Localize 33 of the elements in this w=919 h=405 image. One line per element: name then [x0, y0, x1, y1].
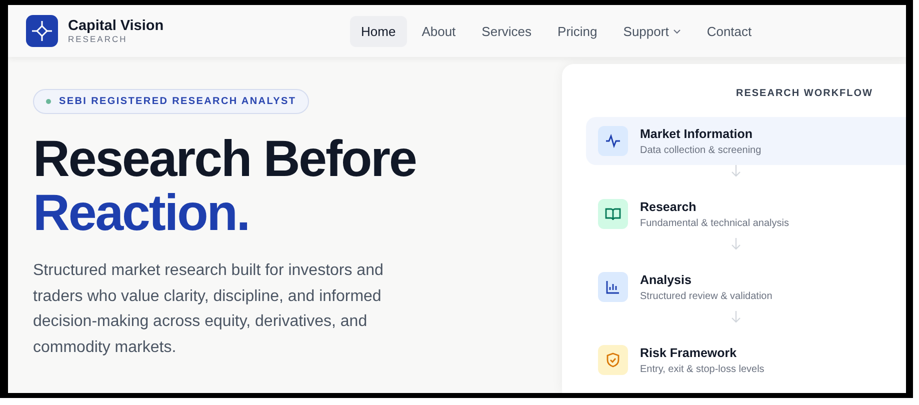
step-subtitle: Structured review & validation [640, 290, 772, 302]
down-arrow-icon [731, 238, 741, 250]
shield-check-icon [605, 352, 621, 368]
workflow-step[interactable]: Risk Framework Entry, exit & stop-loss levels [586, 336, 906, 384]
step-title: Analysis [640, 272, 692, 286]
book-icon [605, 206, 621, 222]
workflow-step[interactable]: Analysis Structured review & validation [586, 263, 906, 311]
down-arrow-icon [731, 165, 741, 177]
brand-name: Capital Vision [68, 18, 164, 34]
nav-link[interactable]: Support [612, 16, 692, 46]
bar-chart-icon [605, 279, 621, 295]
activity-icon [605, 133, 621, 149]
badge-text: SEBI REGISTERED RESEARCH ANALYST [59, 96, 296, 107]
step-subtitle: Entry, exit & stop-loss levels [640, 364, 764, 374]
brand-tagline: RESEARCH [68, 34, 128, 44]
nav-link[interactable]: Services [470, 16, 543, 46]
hero-title: Research Before [33, 132, 417, 186]
step-title: Risk Framework [640, 346, 738, 360]
down-arrow-icon [731, 311, 741, 323]
step-subtitle: Data collection & screening [640, 144, 762, 156]
nav-link[interactable]: About [410, 16, 467, 46]
logo-icon[interactable] [26, 15, 58, 47]
nav-link[interactable]: Pricing [546, 16, 608, 46]
step-title: Market Information [640, 126, 754, 140]
workflow-step[interactable]: Market Information Data collection & screening [586, 117, 906, 165]
nav-link[interactable]: Contact [696, 16, 763, 46]
workflow-title: RESEARCH WORKFLOW [736, 88, 874, 99]
nav-link[interactable]: Home [350, 16, 407, 46]
step-subtitle: Fundamental & technical analysis [640, 218, 789, 228]
hero-title-accent: Reaction. [33, 186, 250, 240]
hero-description: Structured market research built for investors and traders who value clarity, discipline, and informed decision-making across equity, derivatives, and commodity markets. [33, 261, 384, 358]
workflow-step[interactable]: Research Fundamental & technical analysis [586, 190, 906, 238]
step-title: Research [640, 200, 698, 214]
